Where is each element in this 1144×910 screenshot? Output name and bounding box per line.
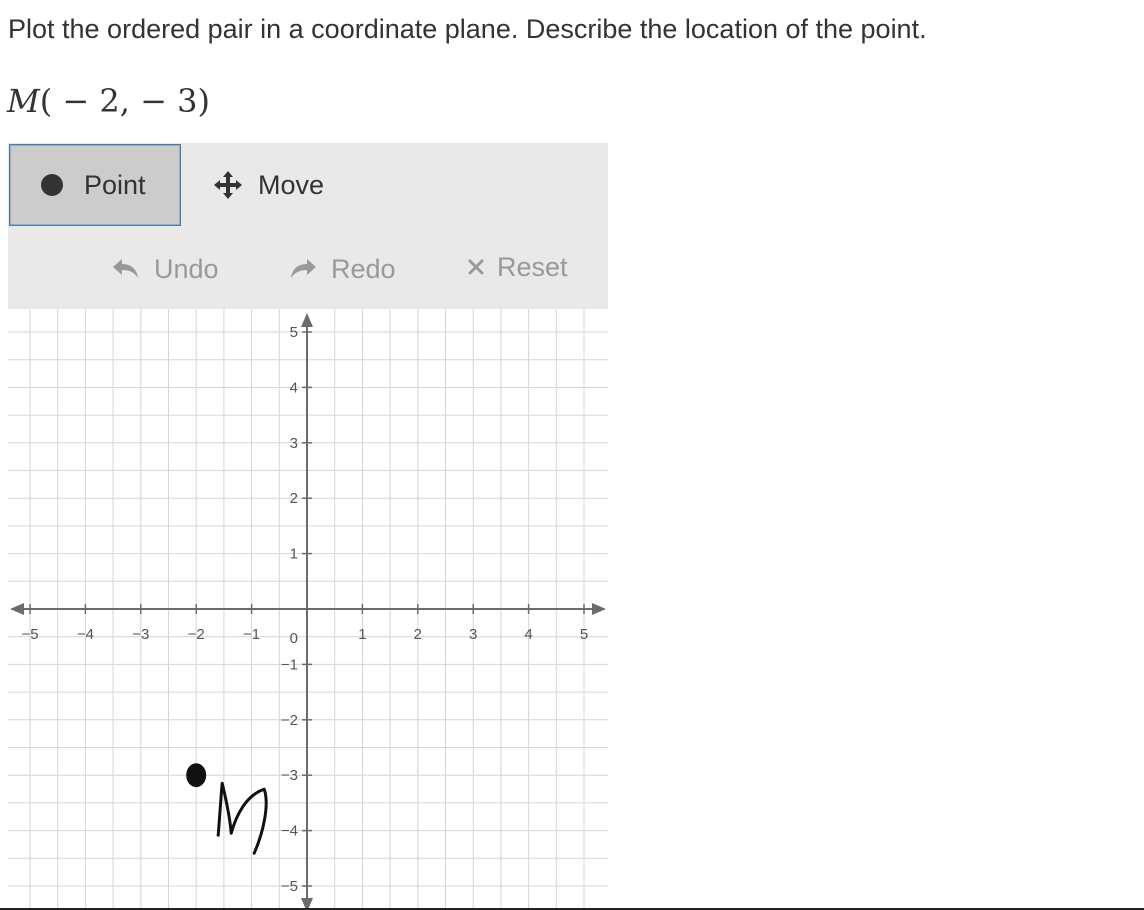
x-tick-label: 4	[524, 626, 532, 643]
graph-toolbar: Point Move Undo Redo Reset	[8, 143, 608, 309]
undo-label: Undo	[154, 253, 219, 284]
y-tick-label: 5	[290, 324, 298, 341]
x-tick-label: −5	[21, 626, 38, 643]
filled-circle-icon	[41, 174, 63, 196]
point-name: M	[7, 82, 40, 120]
y-tick-label: 4	[290, 379, 298, 396]
question-prompt: Plot the ordered pair in a coordinate pl…	[8, 14, 927, 44]
y-tick-label: −1	[281, 656, 298, 673]
origin-label: 0	[290, 630, 298, 647]
x-icon	[468, 259, 484, 275]
point-tool-label: Point	[84, 169, 146, 200]
x-tick-label: −2	[188, 626, 205, 643]
ordered-pair-label: M( − 2, − 3)	[7, 82, 210, 120]
y-tick-label: 1	[290, 546, 298, 563]
x-tick-label: 3	[469, 626, 477, 643]
y-tick-label: −4	[281, 823, 298, 840]
x-tick-label: 2	[414, 626, 422, 643]
move-tool-label: Move	[258, 169, 325, 200]
handwritten-m-annotation	[216, 781, 268, 855]
redo-arrow-icon	[291, 259, 316, 278]
y-axis-up-arrow-icon	[301, 313, 313, 327]
x-axis-right-arrow-icon	[592, 603, 606, 615]
x-tick-label: −3	[132, 626, 149, 643]
undo-arrow-icon	[113, 259, 138, 278]
x-tick-label: 5	[580, 626, 588, 643]
y-tick-label: 2	[290, 490, 298, 507]
y-tick-label: −3	[281, 767, 298, 784]
plotted-point[interactable]	[186, 763, 207, 788]
point-tool-button[interactable]: Point	[9, 144, 181, 226]
move-arrows-icon	[214, 171, 242, 199]
redo-label: Redo	[331, 253, 396, 284]
y-tick-label: −5	[281, 878, 298, 895]
move-tool-button[interactable]: Move	[212, 144, 324, 226]
x-axis-left-arrow-icon	[10, 603, 24, 615]
redo-button[interactable]: Redo	[289, 249, 396, 289]
point-coordinates: ( − 2, − 3)	[39, 82, 210, 120]
x-tick-label: −1	[243, 626, 260, 643]
y-tick-label: −2	[281, 712, 298, 729]
undo-button[interactable]: Undo	[112, 249, 219, 289]
graphing-widget: Point Move Undo Redo Reset −5 −4 −3 −2 −…	[8, 143, 608, 910]
reset-label: Reset	[497, 251, 568, 282]
y-tick-label: 3	[290, 435, 298, 452]
x-tick-label: 1	[358, 626, 366, 643]
x-tick-label: −4	[77, 626, 94, 643]
coordinate-plane[interactable]: −5 −4 −3 −2 −1 1 2 3 4 5 5 4 3 2 1 −1 −2 −3 −4 −5 0	[8, 309, 608, 910]
reset-button[interactable]: Reset	[467, 247, 568, 287]
